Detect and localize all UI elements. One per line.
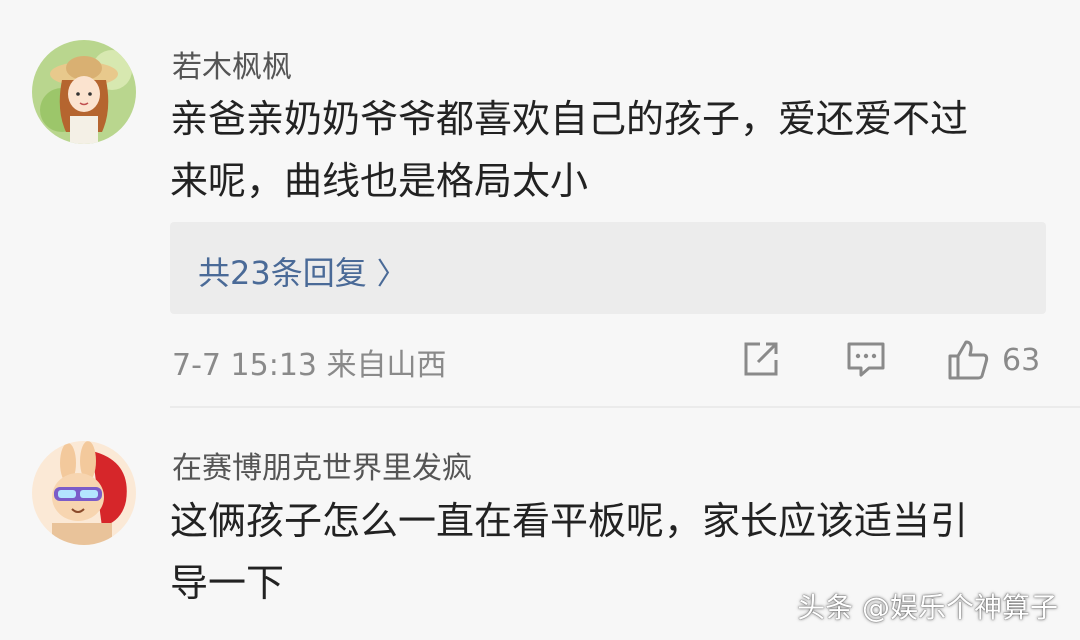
like-button[interactable]: 63 [946,338,1040,382]
replies-label: 共23条回复 [198,254,367,292]
like-count: 63 [1002,342,1041,378]
comment-text-line: 来呢，曲线也是格局太小 [170,159,589,203]
avatar[interactable] [32,441,136,545]
comment-text: 亲爸亲奶奶爷爷都喜欢自己的孩子，爱还爱不过 来呢，曲线也是格局太小 [170,88,1050,212]
avatar[interactable] [32,40,136,144]
comment-icon [847,342,885,377]
watermark: 头条 @娱乐个神算子 [797,591,1058,624]
username[interactable]: 在赛博朋克世界里发疯 [172,443,472,487]
reply-button[interactable] [845,338,887,384]
bunny-with-sunglasses-avatar-icon [32,441,136,545]
comment-text-line: 亲爸亲奶奶爷爷都喜欢自己的孩子，爱还爱不过 [170,97,969,141]
chevron-right-icon: 〉 [376,257,407,292]
replies-panel[interactable]: 共23条回复〉 [170,222,1046,314]
comment-meta: 7-7 15:13 来自山西 [172,348,447,383]
view-replies-link[interactable]: 共23条回复〉 [198,248,407,294]
share-icon [744,342,778,376]
username[interactable]: 若木枫枫 [172,42,292,86]
divider [170,406,1080,408]
share-button[interactable] [740,338,782,384]
girl-with-straw-hat-avatar-icon [32,40,136,144]
comment-text-line: 这俩孩子怎么一直在看平板呢，家长应该适当引 [170,499,969,543]
thumbs-up-icon [948,340,989,380]
